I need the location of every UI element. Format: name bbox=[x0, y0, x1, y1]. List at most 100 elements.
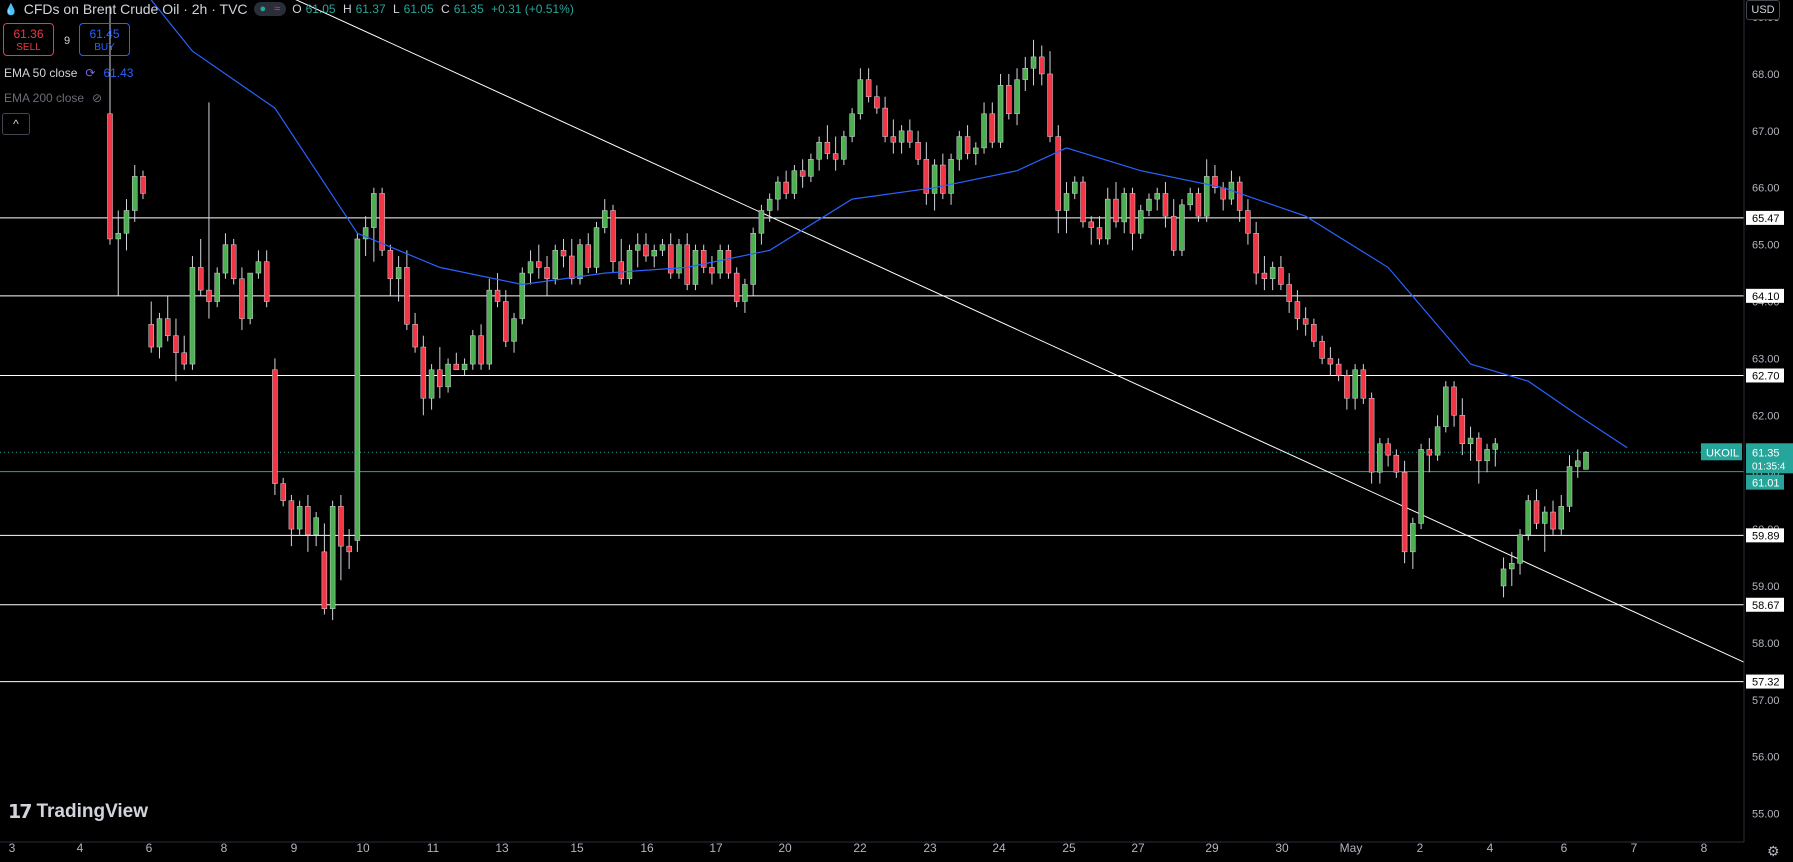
candle-body bbox=[783, 181, 789, 194]
candle-body bbox=[338, 506, 344, 547]
candle-body bbox=[1261, 272, 1268, 280]
candle-body bbox=[321, 551, 328, 609]
candle bbox=[775, 176, 781, 211]
candles-layer bbox=[107, 5, 1589, 621]
candle bbox=[1302, 307, 1309, 336]
candle-body bbox=[733, 272, 740, 302]
candle-body bbox=[140, 176, 146, 194]
symbol-title[interactable]: CFDs on Brent Crude Oil · 2h · TVC bbox=[24, 1, 248, 17]
candle-body bbox=[247, 272, 253, 319]
candle bbox=[1096, 216, 1103, 245]
sell-button[interactable]: 61.36 SELL bbox=[3, 23, 54, 56]
level-tag-label: 58.67 bbox=[1752, 600, 1780, 612]
candle-body bbox=[1039, 56, 1045, 75]
candle-body bbox=[601, 210, 608, 228]
candle-body bbox=[461, 363, 468, 371]
tradingview-mark-icon: 𝟭𝟳 bbox=[8, 801, 32, 823]
candle-body bbox=[684, 244, 690, 285]
candle bbox=[981, 102, 987, 154]
hidden-eye-icon[interactable]: ⊘ bbox=[92, 91, 102, 105]
candle bbox=[618, 238, 624, 285]
candle-body bbox=[123, 210, 130, 234]
candle bbox=[1335, 358, 1342, 382]
candle bbox=[338, 494, 344, 581]
candle bbox=[973, 142, 979, 165]
candle bbox=[676, 238, 682, 279]
ema50-line bbox=[150, 0, 1628, 449]
candle bbox=[115, 210, 121, 296]
candle-body bbox=[494, 289, 501, 302]
ema50-legend[interactable]: EMA 50 close ⟳ 61.43 bbox=[4, 66, 133, 80]
price-tick-label: 62.00 bbox=[1752, 410, 1780, 422]
candle bbox=[1269, 261, 1276, 291]
tradingview-logo[interactable]: 𝟭𝟳 TradingView bbox=[8, 800, 148, 824]
candle-body bbox=[1203, 176, 1210, 217]
time-tick-label: 9 bbox=[291, 841, 298, 855]
time-tick-label: 11 bbox=[427, 841, 440, 855]
candle-body bbox=[1047, 73, 1053, 137]
candle-body bbox=[750, 233, 756, 285]
candle bbox=[1467, 426, 1474, 461]
candle-body bbox=[989, 113, 996, 143]
close-value: 61.35 bbox=[453, 2, 484, 16]
candle bbox=[280, 477, 286, 507]
candle-body bbox=[428, 369, 435, 399]
candle-body bbox=[1187, 193, 1193, 206]
candle-body bbox=[387, 250, 394, 280]
candle-body bbox=[1377, 443, 1383, 473]
candle bbox=[865, 68, 872, 103]
candle-body bbox=[692, 250, 699, 285]
candle-body bbox=[874, 96, 880, 109]
candle bbox=[577, 238, 583, 285]
ema200-legend[interactable]: EMA 200 close ⊘ bbox=[4, 91, 102, 105]
buy-button[interactable]: 61.45 BUY bbox=[79, 23, 130, 56]
candle-body bbox=[1245, 210, 1251, 234]
brand-name: TradingView bbox=[36, 801, 149, 822]
candle-body bbox=[544, 267, 550, 280]
time-tick-label: 24 bbox=[992, 841, 1006, 855]
candle-body bbox=[1467, 437, 1474, 445]
candle bbox=[1022, 56, 1029, 92]
candle bbox=[1377, 438, 1383, 484]
candle bbox=[239, 267, 245, 330]
candle bbox=[379, 187, 385, 257]
candle-body bbox=[791, 170, 798, 194]
candle bbox=[940, 153, 946, 200]
candle-body bbox=[329, 506, 336, 609]
candle-body bbox=[519, 272, 526, 319]
time-tick-label: 23 bbox=[923, 841, 937, 855]
candle bbox=[923, 142, 930, 205]
time-tick-label: 30 bbox=[1275, 841, 1289, 855]
candle bbox=[610, 204, 616, 274]
candle bbox=[1286, 273, 1292, 313]
candle bbox=[395, 256, 402, 302]
candle bbox=[1583, 451, 1589, 470]
price-tick-label: 67.00 bbox=[1752, 126, 1780, 138]
market-status-badge[interactable]: ● ≈ bbox=[253, 2, 287, 16]
candle bbox=[931, 159, 938, 211]
candle-body bbox=[1426, 449, 1433, 456]
candle-body bbox=[857, 79, 864, 115]
candle bbox=[907, 119, 913, 148]
candle bbox=[1063, 182, 1070, 234]
time-tick-label: 16 bbox=[640, 841, 654, 855]
candle bbox=[255, 250, 262, 279]
candle-body bbox=[725, 250, 732, 274]
candle-body bbox=[799, 170, 806, 177]
price-chart[interactable]: 55.0056.0057.0058.0059.0060.0061.0062.00… bbox=[0, 0, 1793, 862]
candle-body bbox=[997, 85, 1004, 143]
high-label: H bbox=[342, 2, 352, 16]
candle-body bbox=[1575, 460, 1581, 467]
candle-body bbox=[486, 289, 493, 365]
candle bbox=[651, 244, 657, 268]
candle bbox=[313, 512, 319, 547]
candle bbox=[288, 494, 295, 547]
last-price-label: 61.35 bbox=[1752, 447, 1780, 459]
candle-body bbox=[824, 141, 831, 154]
currency-button[interactable]: USD bbox=[1746, 0, 1780, 20]
settings-gear-icon[interactable]: ⚙ bbox=[1767, 843, 1780, 860]
candle bbox=[1566, 455, 1573, 513]
collapse-legend-button[interactable]: ^ bbox=[2, 113, 30, 135]
candle bbox=[544, 256, 550, 296]
candle bbox=[1434, 415, 1441, 461]
